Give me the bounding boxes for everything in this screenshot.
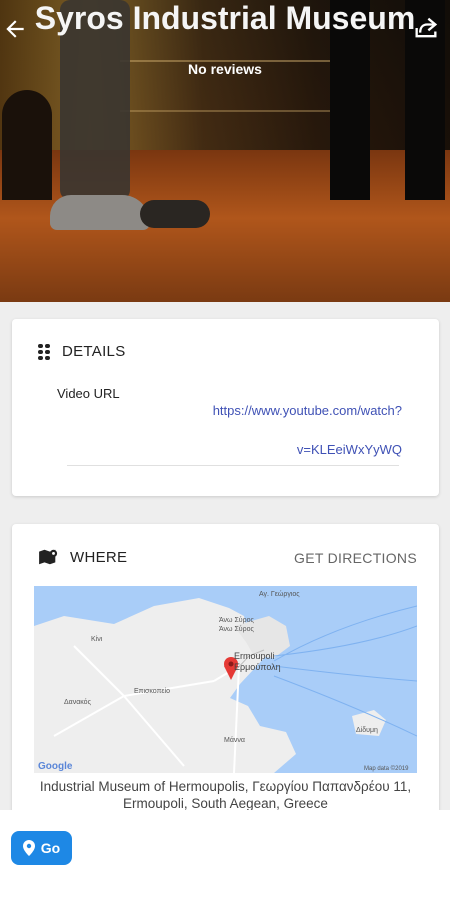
go-button-label[interactable]: Go [41,840,60,856]
map-label-ermoupoli: Ermoupoli [234,651,275,661]
where-card: WHERE GET DIRECTIONS Αγ. Γεώργιος Κίνι Ά… [12,524,439,814]
details-card: DETAILS Video URL https://www.youtube.co… [12,319,439,496]
page-title: Syros Industrial Museum [34,0,416,36]
map-label-danakos: Δανακός [64,698,92,706]
map-label-kini: Κίνι [91,635,103,643]
where-header: WHERE [38,548,127,566]
reviews-count: No reviews [188,61,262,77]
map-label-ermoupoli-gr: Ερμούπολη [234,662,281,672]
google-logo: Google [38,761,73,772]
map-label-episkopeio: Επισκοπείο [134,687,170,695]
map-icon [39,549,58,565]
video-url-line2[interactable]: v=KLEeiWxYyWQ [182,430,402,469]
divider [67,465,399,466]
map-label-didimi: Δίδυμη [356,726,378,734]
grid-dots-icon [38,343,52,360]
details-header: DETAILS [38,343,126,360]
map-label-manna: Μάννα [224,736,245,744]
map-label-ag-georgios: Αγ. Γεώργιος [259,590,300,598]
go-button[interactable]: Go [11,831,72,865]
details-heading: DETAILS [62,343,126,360]
get-directions-button[interactable]: GET DIRECTIONS [294,550,417,566]
map-view[interactable]: Αγ. Γεώργιος Κίνι Άνω Σύρος Άνω Σύρος Er… [34,586,417,773]
video-url-line1[interactable]: https://www.youtube.com/watch? [182,391,402,430]
map-label-ano-syros: Άνω Σύρος [219,616,254,624]
map-label-ano-syros-gr: Άνω Σύρος [219,625,254,633]
video-url-link[interactable]: https://www.youtube.com/watch? v=KLEeiWx… [182,391,402,469]
where-heading: WHERE [70,548,128,566]
map-data-credit: Map data ©2019 [364,765,409,772]
address-text: Industrial Museum of Hermoupolis, Γεωργί… [39,779,412,811]
location-pin-icon [22,840,35,856]
hero-image [0,0,450,302]
share-icon[interactable] [412,14,440,42]
video-url-label: Video URL [57,386,120,401]
